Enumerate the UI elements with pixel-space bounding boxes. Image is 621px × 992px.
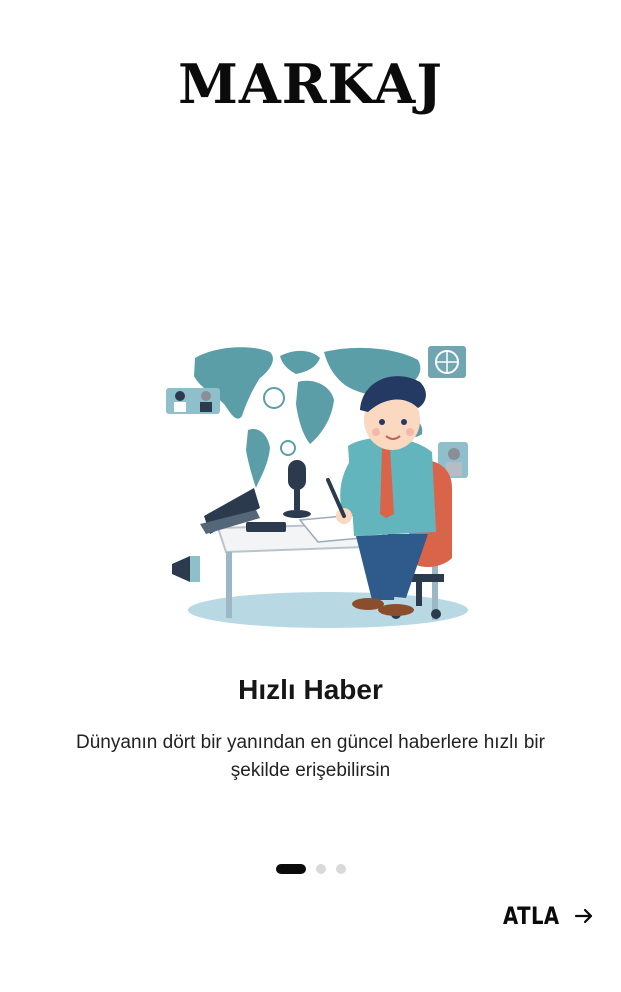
arrow-right-icon	[572, 904, 596, 928]
page-indicator-dot	[315, 864, 326, 874]
onboarding-title: Hızlı Haber	[238, 674, 383, 705]
page-indicator-dot	[335, 864, 346, 874]
page-indicator	[0, 864, 621, 874]
onboarding-description: Dünyanın dört bir yanından en güncel hab…	[76, 732, 545, 781]
skip-label: ATLA	[503, 902, 560, 930]
news-reporter-illustration	[160, 338, 470, 638]
skip-button[interactable]: ATLA	[503, 898, 596, 934]
app-logo: MARKAJ	[178, 52, 443, 116]
page-indicator-dot-active	[275, 864, 306, 874]
